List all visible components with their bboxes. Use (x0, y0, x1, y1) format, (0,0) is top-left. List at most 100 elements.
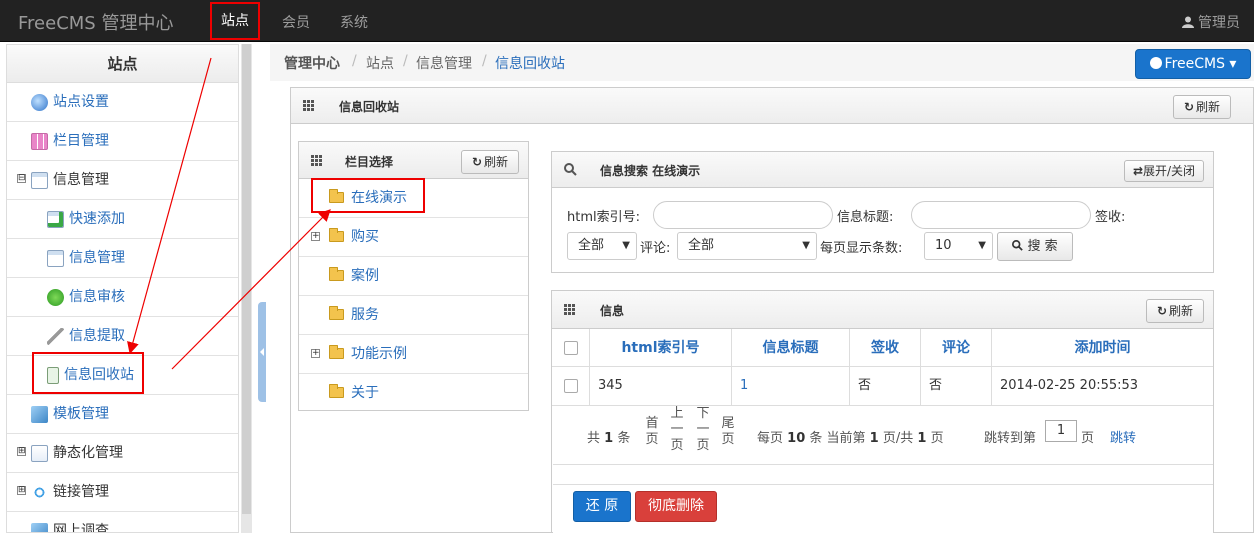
column-icon (31, 132, 48, 150)
pager-jump-button[interactable]: 跳转 (1110, 427, 1136, 446)
window-icon (47, 249, 64, 267)
nav-member[interactable]: 会员 (282, 12, 310, 32)
globe-icon (31, 93, 48, 111)
add-window-icon (47, 210, 64, 228)
table-row: 345 1 否 否 2014-02-25 20:55:53 (552, 367, 1213, 406)
search-icon (1012, 239, 1024, 254)
expand-icon[interactable]: + (311, 232, 320, 241)
refresh-button[interactable]: ↻ 刷新 (1173, 95, 1231, 119)
pager-first[interactable]: 首页 (645, 416, 659, 448)
folder-icon (329, 345, 344, 359)
breadcrumb-site[interactable]: 站点 (366, 53, 394, 73)
cell-comment: 否 (921, 367, 992, 406)
cell-html-index: 345 (590, 367, 732, 406)
expand-icon[interactable]: + (311, 349, 320, 358)
info-refresh-button[interactable]: ↻ 刷新 (1146, 299, 1204, 323)
col-added-time[interactable]: 添加时间 (992, 329, 1213, 367)
pager-jump-input[interactable]: 1 (1045, 420, 1077, 442)
tree-item-cases[interactable]: 案例 (299, 257, 528, 296)
nav-site[interactable]: 站点 (210, 2, 260, 40)
pagination: 共 1 条 首页 上一页 下一页 尾页 每页 10 条 当前第 1 页/共 1 … (553, 405, 1213, 465)
search-icon (564, 163, 577, 180)
nav-system[interactable]: 系统 (340, 12, 368, 32)
select-all-cell (552, 329, 590, 367)
sidebar-item-survey[interactable]: 网上调查 (7, 512, 238, 532)
sidebar-item-link-manage[interactable]: ⊞ 链接管理 (7, 473, 238, 512)
dropdown-arrow-icon: ▼ (622, 240, 630, 251)
restore-button[interactable]: 还 原 (573, 491, 631, 522)
expand-icon[interactable]: ⊞ (17, 447, 26, 456)
sidebar-item-info-manage-group[interactable]: ⊟ 信息管理 (7, 161, 238, 200)
sidebar-item-column-manage[interactable]: 栏目管理 (7, 122, 238, 161)
column-panel-title: 栏目选择 (345, 155, 394, 169)
page-size-select[interactable]: 10 ▼ (924, 232, 993, 260)
dropdown-arrow-icon: ▼ (978, 240, 986, 251)
comment-select[interactable]: 全部 ▼ (677, 232, 817, 260)
play-icon (47, 288, 64, 306)
sidebar-item-static-manage[interactable]: ⊞ 静态化管理 (7, 434, 238, 473)
col-title[interactable]: 信息标题 (732, 329, 850, 367)
pager-next[interactable]: 下一页 (696, 406, 710, 454)
globe-icon (1149, 57, 1162, 69)
extract-icon (47, 327, 64, 345)
sidebar-collapse-handle[interactable] (258, 302, 266, 402)
breadcrumb-info-manage[interactable]: 信息管理 (416, 53, 472, 73)
html-index-label: html索引号: (567, 210, 640, 225)
pager-prev[interactable]: 上一页 (670, 406, 684, 454)
collapse-icon[interactable]: ⊟ (17, 174, 26, 183)
scrollbar-thumb[interactable] (242, 44, 251, 514)
refresh-icon: ↻ (1183, 100, 1195, 114)
sidebar-item-quick-add[interactable]: 快速添加 (7, 200, 238, 239)
grid-icon (311, 155, 323, 167)
pager-total: 共 1 条 (587, 431, 631, 446)
row-checkbox[interactable] (564, 379, 578, 393)
col-comment[interactable]: 评论 (921, 329, 992, 367)
sidebar-item-info-extract[interactable]: 信息提取 (7, 317, 238, 356)
pager-jump-label: 跳转到第 (984, 431, 1037, 446)
breadcrumb-separator: / (403, 53, 408, 69)
breadcrumb: 管理中心 / 站点 / 信息管理 / 信息回收站 (270, 44, 1254, 81)
col-html-index[interactable]: html索引号 (590, 329, 732, 367)
sidebar-item-info-audit[interactable]: 信息审核 (7, 278, 238, 317)
refresh-icon: ↻ (1156, 304, 1168, 318)
html-index-input[interactable] (653, 201, 833, 229)
sidebar-scrollbar[interactable] (241, 44, 252, 533)
expand-collapse-icon: ⇄ (1132, 164, 1143, 178)
link-icon (31, 483, 48, 501)
expand-icon[interactable]: ⊞ (17, 486, 26, 495)
permanent-delete-button[interactable]: 彻底删除 (635, 491, 717, 522)
tree-item-service[interactable]: 服务 (299, 296, 528, 335)
cell-added-time: 2014-02-25 20:55:53 (1000, 378, 1139, 393)
tree-item-about[interactable]: 关于 (299, 374, 528, 413)
folder-icon (329, 306, 344, 320)
sidebar-item-info-manage[interactable]: 信息管理 (7, 239, 238, 278)
sidebar-item-template-manage[interactable]: 模板管理 (7, 395, 238, 434)
comment-label: 评论: (640, 241, 671, 256)
tree-item-buy[interactable]: + 购买 (299, 218, 528, 257)
select-all-checkbox[interactable] (564, 341, 578, 355)
cell-title-link[interactable]: 1 (732, 367, 850, 406)
search-button[interactable]: 搜 索 (997, 232, 1073, 261)
tree-item-feature-examples[interactable]: + 功能示例 (299, 335, 528, 374)
col-sign[interactable]: 签收 (850, 329, 921, 367)
brand-title: FreeCMS 管理中心 (18, 13, 174, 34)
freecms-dropdown-button[interactable]: FreeCMS ▾ (1135, 49, 1251, 79)
row-select-cell (552, 367, 590, 406)
title-input[interactable] (911, 201, 1091, 229)
toggle-search-button[interactable]: ⇄展开/关闭 (1124, 160, 1204, 182)
cell-sign: 否 (850, 367, 921, 406)
user-menu[interactable]: 管理员 (1181, 12, 1240, 32)
breadcrumb-home[interactable]: 管理中心 (284, 53, 340, 73)
pager-last[interactable]: 尾页 (721, 416, 735, 448)
annotation-box-online-demo (311, 178, 425, 213)
annotation-box-recycle (32, 352, 144, 394)
folder-icon (329, 267, 344, 281)
sidebar-item-site-settings[interactable]: 站点设置 (7, 83, 238, 122)
column-panel-header: 栏目选择 ↻ 刷新 (299, 142, 528, 179)
column-refresh-button[interactable]: ↻ 刷新 (461, 150, 519, 174)
breadcrumb-separator: / (482, 53, 487, 69)
folder-icon (329, 384, 344, 398)
breadcrumb-current: 信息回收站 (495, 56, 565, 72)
search-panel-title: 信息搜索 在线演示 (600, 164, 701, 178)
sign-select[interactable]: 全部 ▼ (567, 232, 637, 260)
